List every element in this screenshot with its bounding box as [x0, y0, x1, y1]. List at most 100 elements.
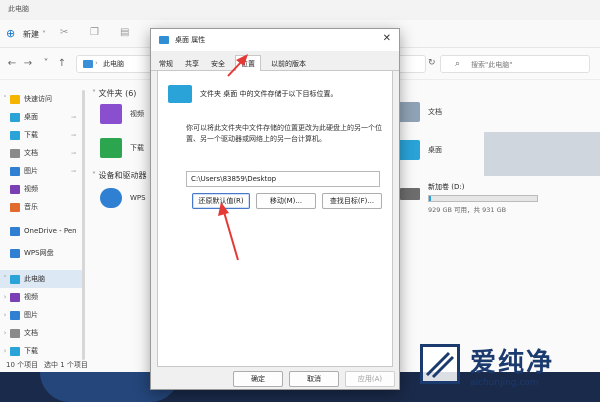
new-icon: ⊕: [6, 27, 16, 40]
pin-icon: ⊸: [70, 131, 76, 139]
sidebar-item[interactable]: 下载 ⊸: [0, 126, 82, 144]
chevron-icon[interactable]: ˅: [0, 95, 10, 103]
folder-icon: [10, 112, 20, 122]
tab-security[interactable]: 安全: [211, 57, 225, 71]
folder-icon: [10, 184, 20, 194]
folder-icon: [10, 292, 20, 302]
tile-label: 桌面: [428, 146, 442, 154]
sidebar-item-label: 文档: [24, 329, 38, 337]
forward-icon[interactable]: →: [22, 58, 34, 69]
sidebar-item[interactable]: › 文档: [0, 324, 82, 342]
find-target-button[interactable]: 查找目标(F)...: [322, 193, 382, 209]
folder-icon: [10, 130, 20, 140]
tile-label: 视频: [130, 110, 144, 118]
desktop-folder-icon: [398, 140, 420, 160]
status-item-count: 10 个项目: [6, 361, 39, 369]
sidebar-item[interactable]: 桌面 ⊸: [0, 108, 82, 126]
sidebar-item[interactable]: ˅ 此电脑: [0, 270, 82, 288]
drive-free-space: 929 GB 可用，共 931 GB: [428, 206, 507, 214]
new-button[interactable]: ⊕ 新建 ˅: [6, 26, 46, 42]
pin-icon: ⊸: [70, 167, 76, 175]
sidebar-item-label: WPS网盘: [24, 249, 54, 257]
sidebar-item[interactable]: 文档 ⊸: [0, 144, 82, 162]
watermark-chinese: 爱纯净: [470, 348, 555, 378]
folder-tile-download[interactable]: 下载: [100, 138, 144, 158]
up-icon[interactable]: ↑: [56, 58, 68, 69]
search-input[interactable]: ⌕ 搜索"此电脑": [440, 55, 590, 73]
paste-button[interactable]: ▤: [120, 26, 134, 42]
desktop-folder-icon: [168, 85, 192, 103]
folder-tile-documents[interactable]: 文档: [398, 102, 442, 122]
sidebar-item-label: 图片: [24, 167, 38, 175]
cut-button[interactable]: ✂: [60, 26, 74, 42]
folder-tile-video[interactable]: 视频: [100, 104, 144, 124]
wps-drive-tile[interactable]: WPS: [100, 188, 146, 208]
tab-sharing[interactable]: 共享: [185, 57, 199, 71]
folder-tile-desktop[interactable]: 桌面: [398, 140, 442, 160]
group-header-devices[interactable]: ˅ 设备和驱动器: [92, 170, 147, 181]
documents-folder-icon: [398, 102, 420, 122]
sidebar-item-label: 视频: [24, 293, 38, 301]
dialog-titlebar: 桌面 属性 ✕: [151, 29, 399, 51]
sidebar-item-label: 下载: [24, 131, 38, 139]
chevron-icon[interactable]: ˅: [0, 275, 10, 283]
back-icon[interactable]: ←: [6, 58, 18, 69]
sidebar-item-label: 文档: [24, 149, 38, 157]
refresh-icon[interactable]: ↻: [428, 58, 436, 68]
restore-default-button[interactable]: 还原默认值(R): [192, 193, 250, 209]
folder-icon: [10, 148, 20, 158]
chevron-down-icon: ˅: [42, 29, 46, 39]
drive-name: 新加卷 (D:): [428, 183, 465, 191]
paste-icon: ▤: [120, 27, 130, 38]
chevron-icon[interactable]: ›: [0, 347, 10, 355]
site-watermark-logo: 爱纯净 aichunjing.com: [414, 336, 600, 402]
cloud-icon: [100, 188, 122, 208]
folder-icon: [10, 310, 20, 320]
drive-tile-d[interactable]: 新加卷 (D:) 929 GB 可用，共 931 GB: [400, 182, 550, 214]
status-selected: 选中 1 个项目: [44, 361, 88, 369]
folder-icon: [10, 248, 20, 258]
tab-strip: 常规 共享 安全 位置 以前的版本: [151, 55, 399, 72]
sidebar-item-label: 桌面: [24, 113, 38, 121]
video-folder-icon: [100, 104, 122, 124]
path-field[interactable]: [186, 171, 380, 187]
location-heading: 文件夹 桌面 中的文件存储于以下目标位置。: [200, 90, 338, 98]
hard-drive-icon: [400, 188, 420, 200]
chevron-down-icon[interactable]: ˅: [40, 58, 52, 69]
copy-icon: ❐: [90, 27, 99, 38]
dialog-title: 桌面 属性: [175, 36, 206, 44]
tab-general[interactable]: 常规: [159, 57, 173, 71]
folder-icon: [10, 274, 20, 284]
tab-previous-versions[interactable]: 以前的版本: [271, 57, 306, 71]
sidebar-item[interactable]: › 视频: [0, 288, 82, 306]
watermark-url: aichunjing.com: [470, 378, 539, 388]
tab-location[interactable]: 位置: [235, 55, 261, 72]
chevron-icon[interactable]: ›: [0, 293, 10, 301]
ok-button[interactable]: 确定: [233, 371, 283, 387]
sidebar-item[interactable]: › 图片: [0, 306, 82, 324]
desktop-properties-dialog: 桌面 属性 ✕ 常规 共享 安全 位置 以前的版本 文件夹 桌面 中的文件存储于…: [150, 28, 400, 390]
folder-icon: [10, 328, 20, 338]
drive-usage-bar: [428, 195, 538, 202]
sidebar-item[interactable]: 音乐: [0, 198, 82, 216]
chevron-icon[interactable]: ›: [0, 311, 10, 319]
group-header-folders[interactable]: ˅ 文件夹 (6): [92, 88, 136, 99]
window-title: 此电脑: [8, 5, 29, 13]
chevron-icon[interactable]: ›: [0, 329, 10, 337]
close-icon[interactable]: ✕: [383, 33, 391, 44]
sidebar-item[interactable]: WPS网盘: [0, 244, 82, 262]
cancel-button[interactable]: 取消: [289, 371, 339, 387]
folder-icon: [10, 202, 20, 212]
sidebar-item[interactable]: OneDrive - Pen: [0, 222, 82, 240]
sidebar-item-label: 快速访问: [24, 95, 52, 103]
apply-button[interactable]: 应用(A): [345, 371, 395, 387]
navigation-pane: ˅ 快速访问 桌面 ⊸ 下载 ⊸ 文档 ⊸ 图片 ⊸ 视频 音乐 OneDrive - Pen WPS网盘…: [0, 82, 82, 382]
sidebar-item[interactable]: 图片 ⊸: [0, 162, 82, 180]
breadcrumb: 此电脑: [103, 60, 124, 68]
sidebar-scrollbar[interactable]: [82, 90, 85, 360]
sidebar-item[interactable]: ˅ 快速访问: [0, 90, 82, 108]
copy-button[interactable]: ❐: [90, 26, 104, 42]
move-button[interactable]: 移动(M)...: [256, 193, 316, 209]
sidebar-item[interactable]: 视频: [0, 180, 82, 198]
search-icon: ⌕: [455, 59, 461, 69]
